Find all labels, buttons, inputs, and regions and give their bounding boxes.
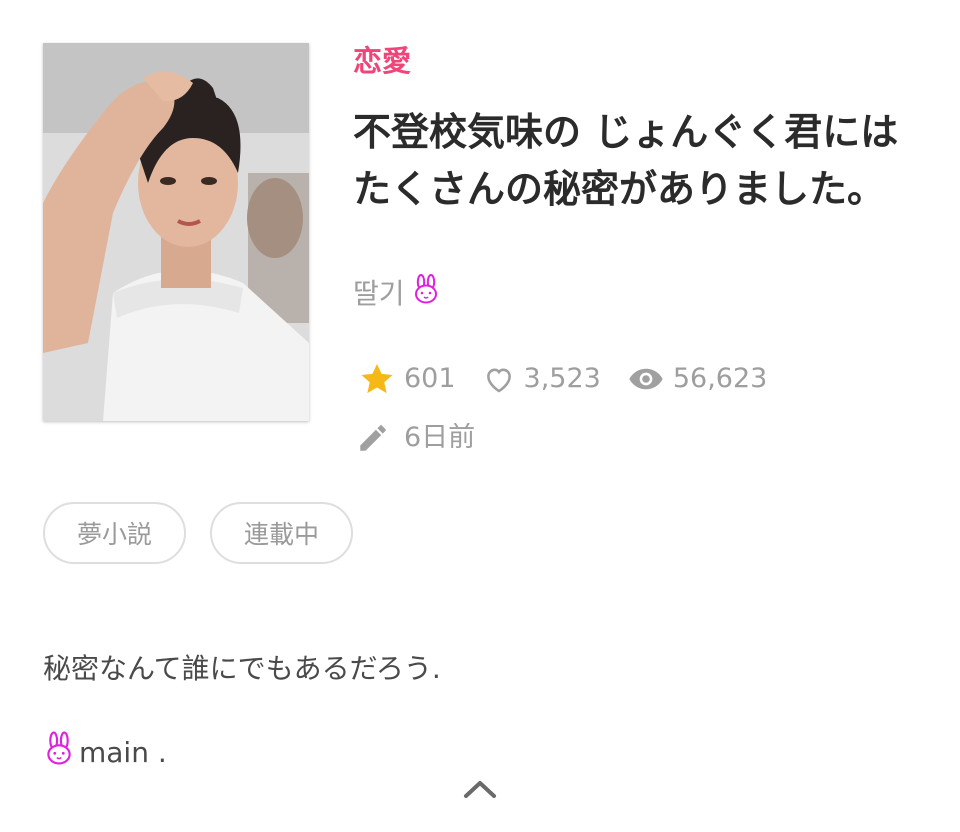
author-link[interactable]: 딸기 [353, 274, 441, 314]
genre-label[interactable]: 恋愛 [353, 42, 411, 80]
description-line-1: 秘密なんて誰にでもあるだろう. [43, 652, 441, 685]
tag-dream-novel[interactable]: 夢小説 [43, 502, 187, 564]
description-line-2-text: main . [79, 736, 167, 769]
heart-outline-icon [482, 362, 516, 396]
view-count-value: 56,623 [672, 363, 768, 394]
star-count-value: 601 [404, 363, 456, 394]
tag-list: 夢小説 連載中 [43, 502, 354, 564]
updated-time: 6日前 [404, 422, 476, 453]
description-line-2: main . [43, 731, 167, 775]
author-name: 딸기 [353, 277, 405, 310]
cover-image[interactable] [43, 43, 309, 421]
pencil-icon [356, 421, 390, 455]
story-title: 不登校気味の じょんぐく君には たくさんの秘密がありました。 [353, 110, 899, 211]
updated-info: 6日前 [356, 419, 475, 457]
view-count: 56,623 [627, 360, 767, 398]
collapse-description-button[interactable] [460, 775, 500, 807]
rabbit-face-icon [43, 731, 75, 775]
story-stats: 601 3,523 56,623 [358, 360, 793, 398]
tag-serializing[interactable]: 連載中 [210, 502, 354, 564]
star-count: 601 [358, 360, 456, 398]
cover-photo-illustration [43, 43, 309, 421]
eye-icon [627, 360, 665, 398]
star-icon [358, 360, 396, 398]
chevron-up-icon [462, 778, 498, 804]
rabbit-face-icon [411, 274, 441, 314]
like-count-value: 3,523 [523, 363, 601, 394]
like-count[interactable]: 3,523 [482, 360, 601, 398]
